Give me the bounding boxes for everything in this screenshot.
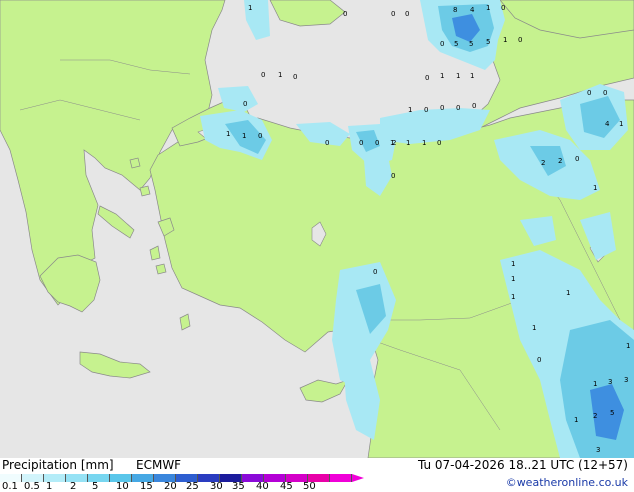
legend-tick-label: 20 bbox=[164, 481, 177, 492]
station-value: 1 bbox=[226, 130, 230, 138]
station-value: 1 bbox=[456, 72, 460, 80]
station-value: 0 bbox=[425, 74, 429, 82]
legend-tick-label: 35 bbox=[232, 481, 245, 492]
valid-time: Tu 07-04-2026 18..21 UTC (12+57) bbox=[417, 458, 628, 472]
legend-tick-label: 2 bbox=[70, 481, 77, 492]
station-value: 0 bbox=[375, 139, 379, 147]
legend-tick-label: 30 bbox=[210, 481, 223, 492]
station-value: 0 bbox=[373, 268, 377, 276]
legend-tick-label: 10 bbox=[116, 481, 129, 492]
station-value: 1 bbox=[470, 72, 474, 80]
station-value: 1 bbox=[278, 71, 282, 79]
station-value: 1 bbox=[486, 4, 490, 12]
legend-arrow bbox=[352, 474, 364, 482]
station-value: 2 bbox=[541, 159, 545, 167]
map-canvas: 8 4 1 0 0 1 0 0 0 5 5 5 1 0 0 1 1 1 0 1 … bbox=[0, 0, 634, 458]
station-value: 1 bbox=[248, 4, 252, 12]
station-value: 0 bbox=[518, 36, 522, 44]
station-value: 1 bbox=[619, 120, 623, 128]
station-value: 0 bbox=[343, 10, 347, 18]
legend-footer: Precipitation [mm] ECMWF Tu 07-04-2026 1… bbox=[0, 458, 634, 492]
station-value: 0 bbox=[325, 139, 329, 147]
station-value: 2 bbox=[593, 412, 597, 420]
station-value: 0 bbox=[456, 104, 460, 112]
station-value: 3 bbox=[624, 376, 628, 384]
station-value: 0 bbox=[405, 10, 409, 18]
legend-tick-label: 50 bbox=[303, 481, 316, 492]
station-value: 1 bbox=[593, 184, 597, 192]
legend-tick-label: 45 bbox=[280, 481, 293, 492]
station-value: 0 bbox=[472, 102, 476, 110]
legend-tick-label: 0.1 bbox=[2, 481, 18, 492]
station-value: 0 bbox=[537, 356, 541, 364]
station-value: 0 bbox=[575, 155, 579, 163]
station-value: 0 bbox=[501, 4, 505, 12]
station-value: 1 bbox=[440, 72, 444, 80]
station-value: 5 bbox=[610, 409, 614, 417]
island-samos bbox=[155, 263, 167, 275]
legend-tick-label: 25 bbox=[186, 481, 199, 492]
station-value: 1 bbox=[566, 289, 570, 297]
station-value: 0 bbox=[391, 172, 395, 180]
island-thasos bbox=[129, 157, 141, 169]
legend-title: Precipitation [mm] bbox=[2, 458, 114, 472]
station-value: 0 bbox=[587, 89, 591, 97]
station-value: 1 bbox=[408, 106, 412, 114]
station-value: 2 bbox=[558, 157, 562, 165]
legend-tick-label: 5 bbox=[92, 481, 99, 492]
station-value: 0 bbox=[293, 73, 297, 81]
station-value: 1 bbox=[511, 275, 515, 283]
station-value: 4 bbox=[605, 120, 610, 128]
legend-tick-label: 15 bbox=[140, 481, 153, 492]
legend-tick-label: 0.5 bbox=[24, 481, 40, 492]
model-name: ECMWF bbox=[136, 458, 182, 472]
station-value: 0 bbox=[603, 89, 607, 97]
station-value: 1 bbox=[626, 342, 630, 350]
station-value: 0 bbox=[391, 10, 395, 18]
station-value: 0 bbox=[258, 132, 262, 140]
station-value: 3 bbox=[596, 446, 600, 454]
station-value: 1 bbox=[593, 380, 597, 388]
station-value: 0 bbox=[440, 104, 444, 112]
station-value: 0 bbox=[440, 40, 444, 48]
station-value: 1 bbox=[242, 132, 246, 140]
station-value: 4 bbox=[470, 6, 475, 14]
legend-swatch bbox=[330, 474, 352, 482]
station-value: 0 bbox=[424, 106, 428, 114]
station-value: 5 bbox=[486, 38, 490, 46]
station-value: 1 bbox=[574, 416, 578, 424]
station-value: 3 bbox=[608, 378, 612, 386]
station-value: 1 bbox=[511, 293, 515, 301]
station-value: 1 bbox=[532, 324, 536, 332]
station-value: 1 bbox=[422, 139, 426, 147]
station-value: 2 bbox=[392, 139, 396, 147]
station-value: 0 bbox=[437, 139, 441, 147]
station-value: 0 bbox=[261, 71, 265, 79]
credit-link[interactable]: ©weatheronline.co.uk bbox=[506, 476, 628, 489]
station-value: 1 bbox=[511, 260, 515, 268]
precipitation-map: 8 4 1 0 0 1 0 0 0 5 5 5 1 0 0 1 1 1 0 1 … bbox=[0, 0, 634, 458]
legend-tick-label: 1 bbox=[46, 481, 53, 492]
island-lemnos bbox=[139, 185, 151, 197]
station-value: 5 bbox=[469, 40, 473, 48]
station-value: 1 bbox=[503, 36, 507, 44]
station-value: 5 bbox=[454, 40, 458, 48]
legend-tick-label: 40 bbox=[256, 481, 269, 492]
station-value: 1 bbox=[406, 139, 410, 147]
station-value: 8 bbox=[453, 6, 457, 14]
station-value: 0 bbox=[359, 139, 363, 147]
station-value: 0 bbox=[243, 100, 247, 108]
